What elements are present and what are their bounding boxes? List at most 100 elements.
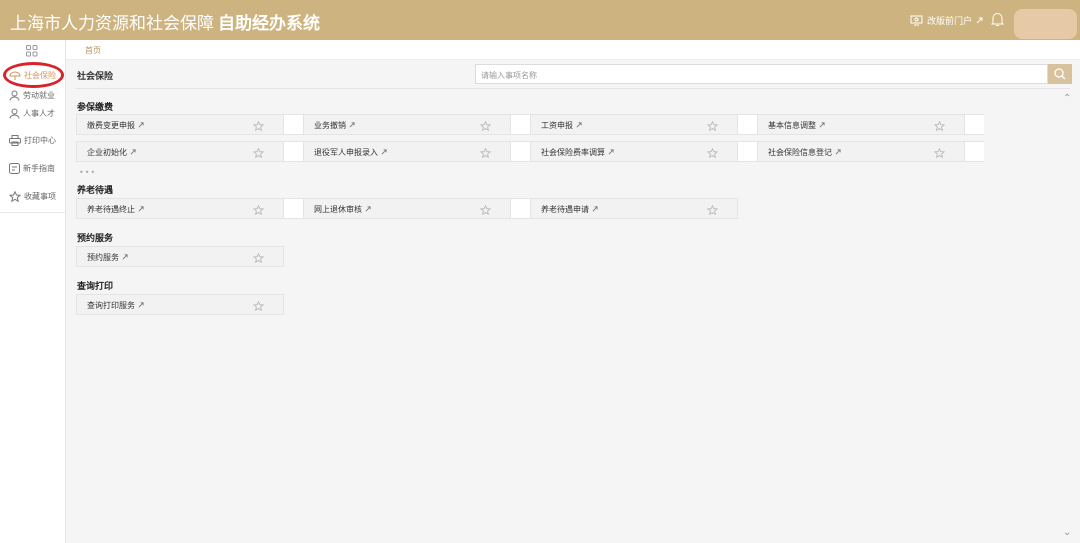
service-item-text: 企业初始化 [87, 148, 127, 157]
sidebar-item-print-center[interactable]: 打印中心 [9, 135, 56, 146]
sidebar-item-personnel[interactable]: 人事人才 [9, 108, 55, 119]
sidebar-item-guide[interactable]: 新手指南 [9, 163, 55, 174]
link-icon [608, 148, 614, 157]
favorite-star-icon[interactable] [933, 147, 946, 160]
sidebar-item-label: 劳动就业 [23, 91, 55, 100]
service-item-text: 社会保险信息登记 [768, 148, 832, 157]
service-item[interactable]: 业务撤销 [303, 114, 511, 135]
sidebar-item-label: 打印中心 [24, 136, 56, 145]
favorite-star-icon[interactable] [479, 120, 492, 133]
app-title: 上海市人力资源和社会保障 自助经办系统 [10, 9, 320, 34]
link-icon [138, 121, 144, 130]
sidebar-item-label: 人事人才 [23, 109, 55, 118]
service-item-text: 查询打印服务 [87, 301, 135, 310]
breadcrumb-home[interactable]: 首页 [85, 45, 101, 56]
service-item-text: 养老待遇终止 [87, 205, 135, 214]
star-icon [9, 191, 21, 202]
section-title: 参保缴费 [77, 103, 114, 113]
favorite-star-icon[interactable] [479, 204, 492, 217]
scroll-up-icon[interactable]: ⌃ [1063, 93, 1071, 104]
service-item-label: 基本信息调整 [768, 120, 825, 131]
sidebar-item-employment[interactable]: 劳动就业 [9, 90, 55, 101]
favorite-star-icon[interactable] [933, 120, 946, 133]
card-gap [738, 114, 757, 135]
service-item-text: 网上退休审核 [314, 205, 362, 214]
service-item-text: 养老待遇申请 [541, 205, 589, 214]
sidebar-item-favorites[interactable]: 收藏事项 [9, 191, 56, 202]
bell-icon[interactable] [990, 11, 1005, 27]
card-gap [284, 114, 303, 135]
apps-grid-icon[interactable] [26, 45, 38, 57]
sidebar: 社会保险 劳动就业 人事人才 打印中心 新手指南 收藏事项 [0, 40, 66, 543]
favorite-star-icon[interactable] [706, 204, 719, 217]
favorite-star-icon[interactable] [252, 252, 265, 265]
link-icon [122, 253, 128, 262]
service-item[interactable]: 企业初始化 [76, 141, 284, 162]
person-icon [9, 90, 20, 101]
service-item-label: 养老待遇终止 [87, 204, 144, 215]
service-item-text: 缴费变更申报 [87, 121, 135, 130]
service-item[interactable]: 养老待遇申请 [530, 198, 738, 219]
favorite-star-icon[interactable] [252, 147, 265, 160]
service-item[interactable]: 缴费变更申报 [76, 114, 284, 135]
link-icon [381, 148, 387, 157]
old-portal-label: 改版前门户 [927, 17, 973, 27]
favorite-star-icon[interactable] [479, 147, 492, 160]
card-gap [965, 141, 984, 162]
service-item-label: 养老待遇申请 [541, 204, 598, 215]
service-item-label: 缴费变更申报 [87, 120, 144, 131]
card-gap [284, 198, 303, 219]
more-dots[interactable]: ••• [79, 168, 96, 177]
link-icon [976, 17, 983, 24]
header-divider [76, 88, 1070, 89]
guide-icon [9, 163, 20, 174]
service-item[interactable]: 查询打印服务 [76, 294, 284, 315]
card-gap [284, 141, 303, 162]
link-icon [130, 148, 136, 157]
service-item-text: 基本信息调整 [768, 121, 816, 130]
service-item[interactable]: 网上退休审核 [303, 198, 511, 219]
link-icon [349, 121, 355, 130]
link-icon [138, 205, 144, 214]
service-item-label: 预约服务 [87, 252, 128, 263]
section-title: 养老待遇 [77, 186, 114, 196]
service-item-text: 退役军人申报录入 [314, 148, 378, 157]
favorite-star-icon[interactable] [252, 204, 265, 217]
service-item-label: 查询打印服务 [87, 300, 144, 311]
link-icon [365, 205, 371, 214]
service-item-label: 业务撤销 [314, 120, 355, 131]
top-header: 上海市人力资源和社会保障 自助经办系统 改版前门户 [0, 0, 1080, 40]
service-item-label: 工资申报 [541, 120, 582, 131]
favorite-star-icon[interactable] [706, 147, 719, 160]
service-item[interactable]: 退役军人申报录入 [303, 141, 511, 162]
person-icon [9, 108, 20, 119]
link-icon [592, 205, 598, 214]
user-avatar[interactable] [1014, 9, 1077, 39]
printer-icon [9, 135, 21, 146]
favorite-star-icon[interactable] [252, 120, 265, 133]
service-item[interactable]: 社会保险信息登记 [757, 141, 965, 162]
app-title-main: 上海市人力资源和社会保障 [10, 14, 214, 34]
search-button[interactable] [1048, 64, 1072, 84]
favorite-star-icon[interactable] [252, 300, 265, 313]
monitor-icon [910, 15, 923, 26]
sidebar-divider [0, 212, 66, 213]
scroll-down-icon[interactable]: ⌄ [1063, 527, 1071, 538]
service-item-text: 预约服务 [87, 253, 119, 262]
card-gap [511, 114, 530, 135]
favorite-star-icon[interactable] [706, 120, 719, 133]
card-gap [738, 141, 757, 162]
service-item[interactable]: 工资申报 [530, 114, 738, 135]
service-item-text: 社会保险费率调算 [541, 148, 605, 157]
service-item[interactable]: 社会保险费率调算 [530, 141, 738, 162]
service-item-text: 业务撤销 [314, 121, 346, 130]
old-portal-link[interactable]: 改版前门户 [910, 14, 983, 27]
page-title: 社会保险 [77, 72, 114, 82]
service-item[interactable]: 预约服务 [76, 246, 284, 267]
service-item-label: 网上退休审核 [314, 204, 371, 215]
search-input[interactable]: 请输入事项名称 [475, 64, 1048, 84]
service-item[interactable]: 基本信息调整 [757, 114, 965, 135]
service-item[interactable]: 养老待遇终止 [76, 198, 284, 219]
service-item-label: 社会保险信息登记 [768, 147, 841, 158]
card-gap [511, 198, 530, 219]
